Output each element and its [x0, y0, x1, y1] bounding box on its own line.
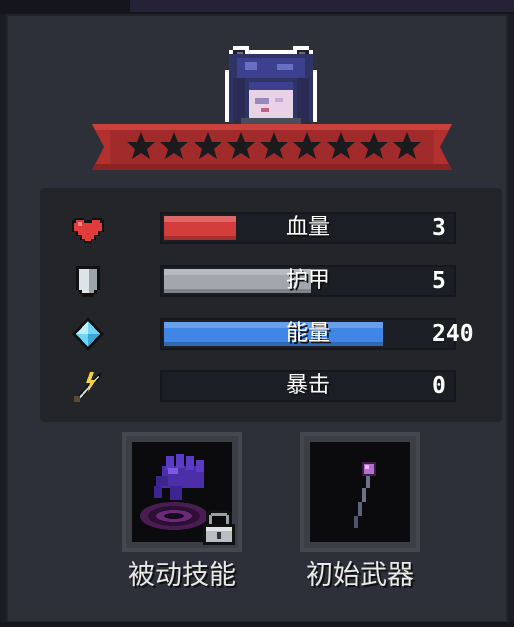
- lock-icon: [203, 510, 235, 545]
- hp-bar: 血量: [160, 212, 456, 244]
- passive-skill-slot[interactable]: [122, 432, 242, 552]
- crit-label: 暴击: [285, 373, 330, 398]
- heart-icon: [72, 218, 104, 243]
- starting-weapon-label: 初始武器: [306, 560, 414, 591]
- star-icon: [226, 132, 255, 159]
- hp-value: 3: [432, 215, 446, 241]
- shield-icon: [76, 266, 100, 297]
- star-icon: [359, 132, 388, 159]
- star-icon: [193, 132, 222, 159]
- star-icon: [260, 132, 288, 159]
- star-icon: [326, 132, 355, 159]
- stat-row-armor: 护甲 5: [40, 261, 502, 301]
- hp-label: 血量: [285, 215, 330, 240]
- top-bar: [0, 0, 514, 14]
- armor-value: 5: [432, 268, 446, 294]
- bottom-bar: [0, 622, 514, 627]
- lightning-sword-icon: [74, 372, 102, 402]
- energy-label: 能量: [285, 321, 330, 346]
- stat-row-crit: 暴击 0: [40, 366, 502, 406]
- stats-panel: 血量 3 护甲 5 能量 240 暴击 0: [40, 188, 502, 422]
- stat-row-energy: 能量 240: [40, 314, 502, 354]
- armor-label: 护甲: [285, 268, 330, 293]
- starting-weapon-frame: [310, 442, 410, 542]
- energy-bar: 能量: [160, 318, 456, 350]
- crit-bar: 暴击: [160, 370, 456, 402]
- rarity-stars: [126, 126, 422, 166]
- passive-skill-frame: [132, 442, 235, 545]
- purple-orb-staff-icon: [354, 462, 376, 528]
- energy-value: 240: [432, 321, 474, 347]
- stat-row-hp: 血量 3: [40, 208, 502, 248]
- top-strip: [130, 0, 514, 12]
- diamond-icon: [72, 317, 104, 351]
- starting-weapon-slot[interactable]: [300, 432, 420, 552]
- star-icon: [160, 132, 189, 159]
- armor-bar: 护甲: [160, 265, 456, 297]
- star-icon: [127, 132, 155, 159]
- star-icon: [293, 132, 322, 159]
- star-icon: [393, 132, 421, 159]
- crit-value: 0: [432, 373, 446, 399]
- passive-skill-label: 被动技能: [128, 560, 236, 591]
